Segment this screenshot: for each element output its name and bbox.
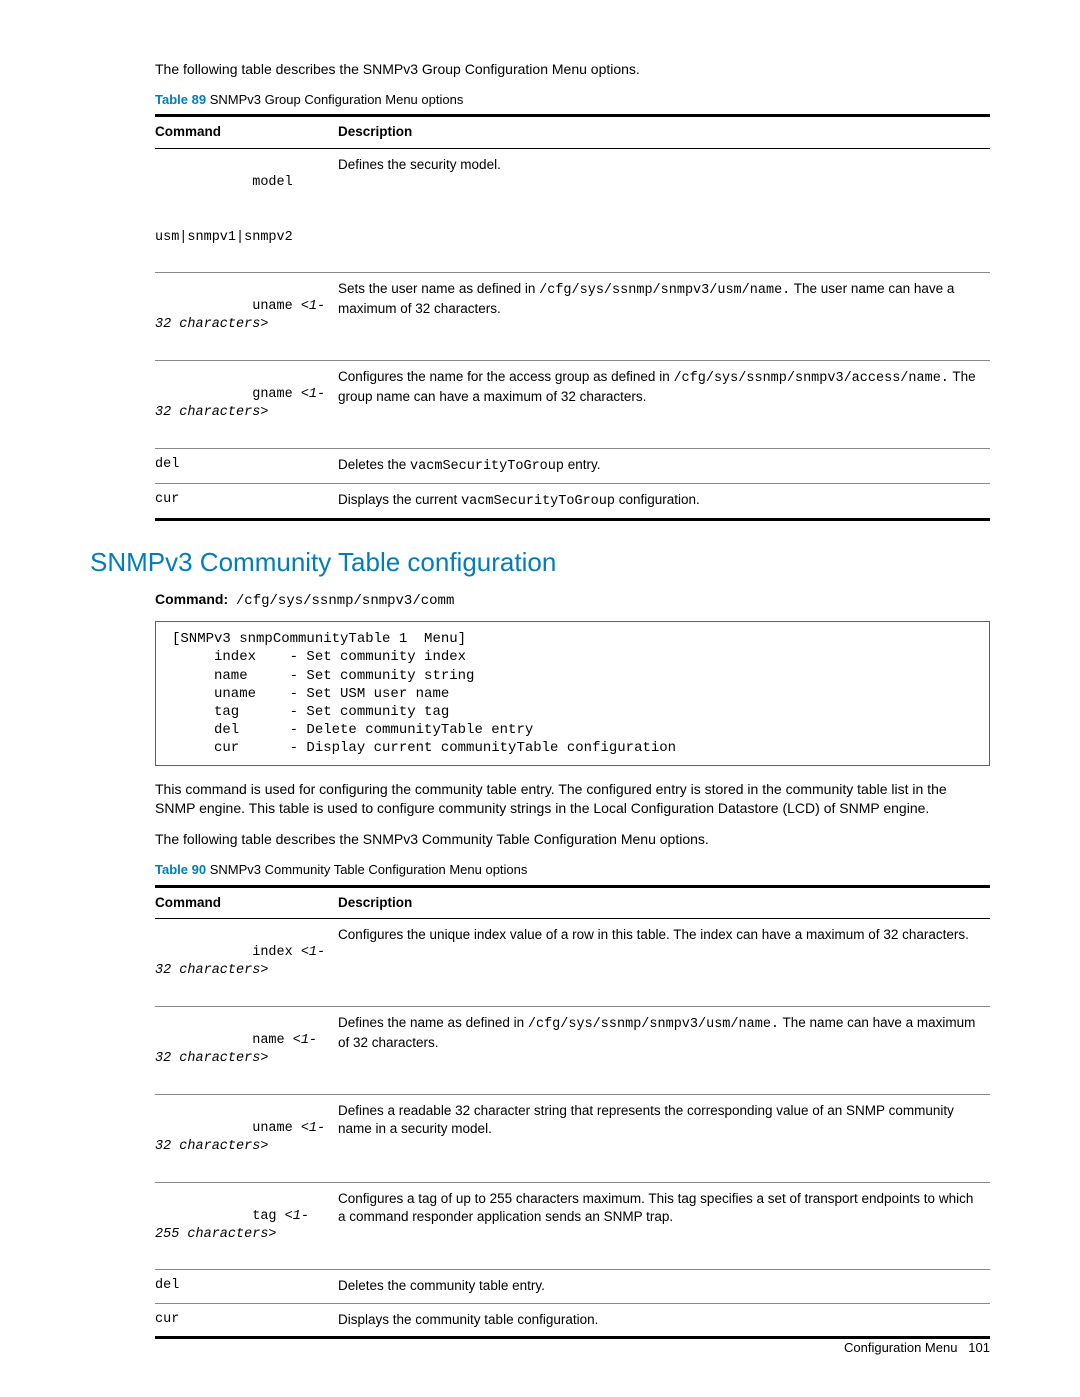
desc-pre: Deletes the xyxy=(338,457,410,472)
table-90-head-desc: Description xyxy=(338,886,990,918)
table-row: cur Displays the current vacmSecurityToG… xyxy=(155,483,990,519)
cell-desc: Sets the user name as defined in /cfg/sy… xyxy=(338,272,990,360)
command-line: Command: /cfg/sys/ssnmp/snmpv3/comm xyxy=(155,590,990,611)
table-90-caption-num: Table 90 xyxy=(155,862,206,877)
cmd-text: del xyxy=(155,1270,338,1303)
document-page: The following table describes the SNMPv3… xyxy=(0,0,1080,1397)
para-after-code: This command is used for configuring the… xyxy=(155,780,990,818)
cmd-text: cur xyxy=(155,483,338,519)
table-90-caption: Table 90 SNMPv3 Community Table Configur… xyxy=(155,861,990,879)
page-footer: Configuration Menu 101 xyxy=(844,1339,990,1357)
table-89-head-cmd: Command xyxy=(155,116,338,148)
cmd-text: name xyxy=(252,1033,293,1048)
cmd-text: uname xyxy=(252,299,301,314)
cmd-text: index xyxy=(252,945,301,960)
desc-code: /cfg/sys/ssnmp/snmpv3/usm/name. xyxy=(528,1017,779,1032)
table-row: cur Displays the community table configu… xyxy=(155,1303,990,1337)
cell-desc: Deletes the community table entry. xyxy=(338,1270,990,1303)
table-90-caption-text: SNMPv3 Community Table Configuration Men… xyxy=(210,862,528,877)
para-table90-intro: The following table describes the SNMPv3… xyxy=(155,830,990,849)
section-body: Command: /cfg/sys/ssnmp/snmpv3/comm [SNM… xyxy=(155,590,990,1339)
table-89-caption-text: SNMPv3 Group Configuration Menu options xyxy=(210,92,464,107)
footer-page: 101 xyxy=(968,1340,990,1355)
table-row: uname <1-32 characters> Sets the user na… xyxy=(155,272,990,360)
cell-desc: Configures the unique index value of a r… xyxy=(338,918,990,1006)
cell-desc: Defines the security model. xyxy=(338,148,990,272)
table-89-caption-num: Table 89 xyxy=(155,92,206,107)
cell-desc: Defines the name as defined in /cfg/sys/… xyxy=(338,1006,990,1094)
table-89-head-desc: Description xyxy=(338,116,990,148)
cell-desc: Displays the community table configurati… xyxy=(338,1303,990,1337)
desc-code: vacmSecurityToGroup xyxy=(410,459,564,474)
cmd-text: model xyxy=(252,175,293,190)
cell-desc: Displays the current vacmSecurityToGroup… xyxy=(338,483,990,519)
table-89: Command Description model usm|snmpv1|snm… xyxy=(155,114,990,521)
table-row: tag <1-255 characters> Configures a tag … xyxy=(155,1182,990,1270)
table-row: name <1-32 characters> Defines the name … xyxy=(155,1006,990,1094)
table-row: model usm|snmpv1|snmpv2 Defines the secu… xyxy=(155,148,990,272)
cmd-text: uname xyxy=(252,1121,301,1136)
para-intro: The following table describes the SNMPv3… xyxy=(155,60,990,79)
cmd-text: cur xyxy=(155,1303,338,1337)
desc-post: entry. xyxy=(564,457,601,472)
cell-desc: Deletes the vacmSecurityToGroup entry. xyxy=(338,448,990,483)
cmd-text: del xyxy=(155,448,338,483)
cmd-text: tag xyxy=(252,1209,284,1224)
desc-pre: Sets the user name as defined in xyxy=(338,281,539,296)
table-90-head-cmd: Command xyxy=(155,886,338,918)
footer-text: Configuration Menu xyxy=(844,1340,957,1355)
table-row: del Deletes the vacmSecurityToGroup entr… xyxy=(155,448,990,483)
desc-pre: Displays the current xyxy=(338,492,461,507)
cell-desc: Configures a tag of up to 255 characters… xyxy=(338,1182,990,1270)
cmd-text: usm|snmpv1|snmpv2 xyxy=(155,230,293,245)
desc-post: configuration. xyxy=(615,492,700,507)
desc-pre: Configures the name for the access group… xyxy=(338,369,673,384)
table-row: index <1-32 characters> Configures the u… xyxy=(155,918,990,1006)
table-row: del Deletes the community table entry. xyxy=(155,1270,990,1303)
table-row: uname <1-32 characters> Defines a readab… xyxy=(155,1094,990,1182)
table-row: gname <1-32 characters> Configures the n… xyxy=(155,360,990,448)
intro-block: The following table describes the SNMPv3… xyxy=(155,60,990,521)
section-heading: SNMPv3 Community Table configuration xyxy=(90,545,990,580)
table-89-caption: Table 89 SNMPv3 Group Configuration Menu… xyxy=(155,91,990,109)
table-90: Command Description index <1-32 characte… xyxy=(155,885,990,1339)
cmd-arg: <1-32 characters> xyxy=(155,1033,317,1066)
code-box: [SNMPv3 snmpCommunityTable 1 Menu] index… xyxy=(155,621,990,766)
cell-desc: Configures the name for the access group… xyxy=(338,360,990,448)
cmd-arg: <1-255 characters> xyxy=(155,1209,309,1242)
command-label: Command: xyxy=(155,591,228,607)
cmd-text: gname xyxy=(252,387,301,402)
desc-code: /cfg/sys/ssnmp/snmpv3/access/name. xyxy=(673,371,948,386)
desc-pre: Defines the name as defined in xyxy=(338,1015,528,1030)
desc-code: vacmSecurityToGroup xyxy=(461,494,615,509)
cell-desc: Defines a readable 32 character string t… xyxy=(338,1094,990,1182)
desc-code: /cfg/sys/ssnmp/snmpv3/usm/name. xyxy=(539,283,790,298)
command-path: /cfg/sys/ssnmp/snmpv3/comm xyxy=(236,593,454,609)
